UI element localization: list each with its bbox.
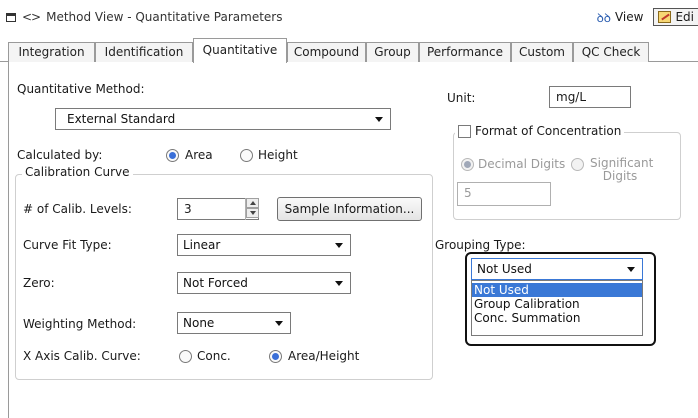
spin-down-icon[interactable] <box>246 208 259 218</box>
tab-quantitative[interactable]: Quantitative <box>193 38 287 63</box>
window-title: Method View - Quantitative Parameters <box>46 10 283 24</box>
significant-digits-label: Significant Digits <box>590 156 654 183</box>
weighting-method-label: Weighting Method: <box>23 317 137 331</box>
grouping-option-conc-summation[interactable]: Conc. Summation <box>472 311 642 325</box>
calculated-by-label: Calculated by: <box>17 148 103 162</box>
tab-strip: Integration Identification Quantitative … <box>0 38 698 63</box>
edit-icon <box>658 11 672 23</box>
grouping-option-not-used[interactable]: Not Used <box>472 283 642 297</box>
radio-area-label: Area <box>185 148 213 162</box>
calib-levels-stepper[interactable] <box>245 198 259 220</box>
digits-value: 5 <box>464 186 472 200</box>
format-concentration-label: Format of Concentration <box>475 124 622 138</box>
curve-fit-value: Linear <box>183 238 221 252</box>
curve-fit-label: Curve Fit Type: <box>23 238 112 252</box>
tab-performance[interactable]: Performance <box>419 42 511 62</box>
edit-label: Edi <box>675 10 694 24</box>
tab-integration[interactable]: Integration <box>8 42 95 62</box>
tab-identification[interactable]: Identification <box>95 42 193 62</box>
radio-area[interactable] <box>166 149 179 162</box>
radio-height-label: Height <box>258 148 298 162</box>
code-view-icon[interactable]: <> <box>22 10 41 24</box>
chevron-down-icon <box>275 321 283 326</box>
weighting-method-select[interactable]: None <box>177 312 291 334</box>
grouping-type-select[interactable]: Not Used <box>471 258 643 280</box>
grouping-type-value: Not Used <box>477 262 532 276</box>
edit-button[interactable]: Edi <box>653 8 698 26</box>
unit-input[interactable]: mg/L <box>549 86 631 108</box>
calibration-curve-legend: Calibration Curve <box>22 165 133 179</box>
quantitative-panel: Quantitative Method: External Standard C… <box>8 62 698 418</box>
unit-label: Unit: <box>447 91 476 105</box>
tab-qc-check[interactable]: QC Check <box>573 42 649 62</box>
title-bar: <> Method View - Quantitative Parameters… <box>0 0 698 38</box>
quantitative-method-label: Quantitative Method: <box>17 82 145 96</box>
radio-significant-digits[interactable] <box>571 158 584 171</box>
calib-levels-label: # of Calib. Levels: <box>23 202 132 216</box>
unit-value: mg/L <box>556 90 587 104</box>
radio-conc[interactable] <box>179 350 192 363</box>
format-concentration-legend: Format of Concentration <box>455 124 625 138</box>
digits-input[interactable]: 5 <box>457 182 551 206</box>
title-actions: ꝺꝺ View Edi <box>597 8 698 26</box>
tab-custom[interactable]: Custom <box>511 42 573 62</box>
chevron-down-icon <box>375 117 383 122</box>
weighting-method-value: None <box>183 316 215 330</box>
radio-height[interactable] <box>240 149 253 162</box>
radio-area-height[interactable] <box>269 350 282 363</box>
spin-up-icon[interactable] <box>246 198 259 208</box>
sample-information-button[interactable]: Sample Information... <box>277 197 422 221</box>
x-axis-calib-label: X Axis Calib. Curve: <box>23 349 141 363</box>
chevron-down-icon <box>335 281 343 286</box>
chevron-down-icon <box>335 243 343 248</box>
curve-fit-select[interactable]: Linear <box>177 234 351 256</box>
radio-conc-label: Conc. <box>197 349 231 363</box>
grouping-option-group-calibration[interactable]: Group Calibration <box>472 297 642 311</box>
view-button[interactable]: View <box>615 10 643 24</box>
radio-decimal-digits[interactable] <box>461 158 474 171</box>
tab-group[interactable]: Group <box>366 42 419 62</box>
radio-area-height-label: Area/Height <box>288 349 360 363</box>
decimal-digits-label: Decimal Digits <box>478 157 566 171</box>
title-left: <> Method View - Quantitative Parameters <box>6 10 283 24</box>
zero-label: Zero: <box>23 276 55 290</box>
window-icon[interactable] <box>6 12 16 22</box>
tab-compound[interactable]: Compound <box>287 42 366 62</box>
grouping-type-label: Grouping Type: <box>435 238 526 252</box>
chevron-down-icon <box>627 267 635 272</box>
grouping-type-dropdown: Not Used Group Calibration Conc. Summati… <box>471 280 643 336</box>
zero-value: Not Forced <box>183 276 248 290</box>
quantitative-method-select[interactable]: External Standard <box>55 108 391 130</box>
quantitative-method-value: External Standard <box>67 112 176 126</box>
glasses-icon: ꝺꝺ <box>596 10 611 25</box>
format-concentration-checkbox[interactable] <box>458 124 471 138</box>
calib-levels-value: 3 <box>184 202 192 216</box>
zero-select[interactable]: Not Forced <box>177 272 351 294</box>
